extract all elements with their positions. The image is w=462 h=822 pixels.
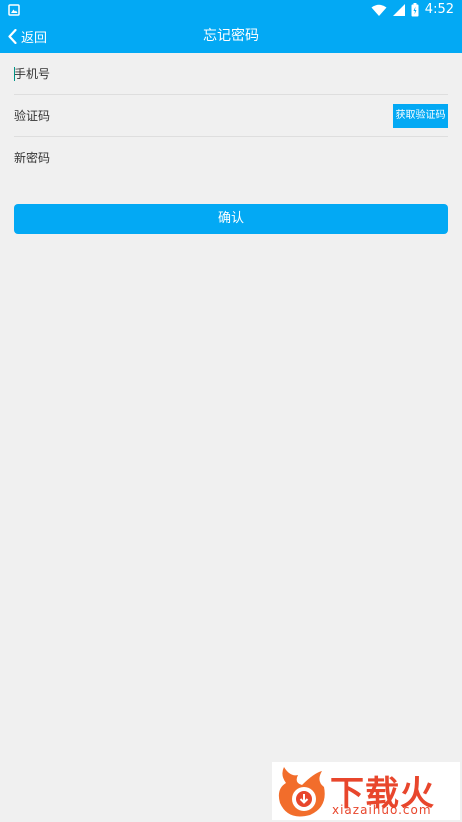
- signal-icon: [392, 4, 405, 16]
- code-row: 获取验证码: [14, 95, 448, 137]
- back-label: 返回: [21, 31, 48, 46]
- wifi-icon: [371, 4, 387, 16]
- get-code-button[interactable]: 获取验证码: [393, 104, 448, 128]
- status-indicators: 4:52: [371, 2, 454, 18]
- text-cursor: [14, 67, 15, 81]
- new-password-row: [14, 137, 448, 178]
- verification-code-input[interactable]: [14, 95, 384, 136]
- status-bar: 4:52: [0, 0, 462, 20]
- back-button[interactable]: 返回: [8, 20, 47, 53]
- notification-icon: [8, 4, 20, 16]
- new-password-input[interactable]: [14, 137, 448, 178]
- flame-logo-icon: [278, 767, 325, 817]
- phone-row: [14, 53, 448, 95]
- status-time: 4:52: [424, 2, 454, 17]
- page-title: 忘记密码: [203, 28, 259, 44]
- watermark-domain: xiazaihuo.com: [332, 803, 432, 817]
- phone-input[interactable]: [14, 53, 448, 94]
- app-bar: 返回 忘记密码: [0, 20, 462, 53]
- confirm-button[interactable]: 确认: [14, 204, 448, 234]
- chevron-left-icon: [8, 29, 17, 44]
- watermark: 下载火 xiazaihuo.com: [272, 762, 460, 820]
- reset-password-form: 获取验证码: [14, 53, 448, 178]
- battery-icon: [411, 3, 419, 17]
